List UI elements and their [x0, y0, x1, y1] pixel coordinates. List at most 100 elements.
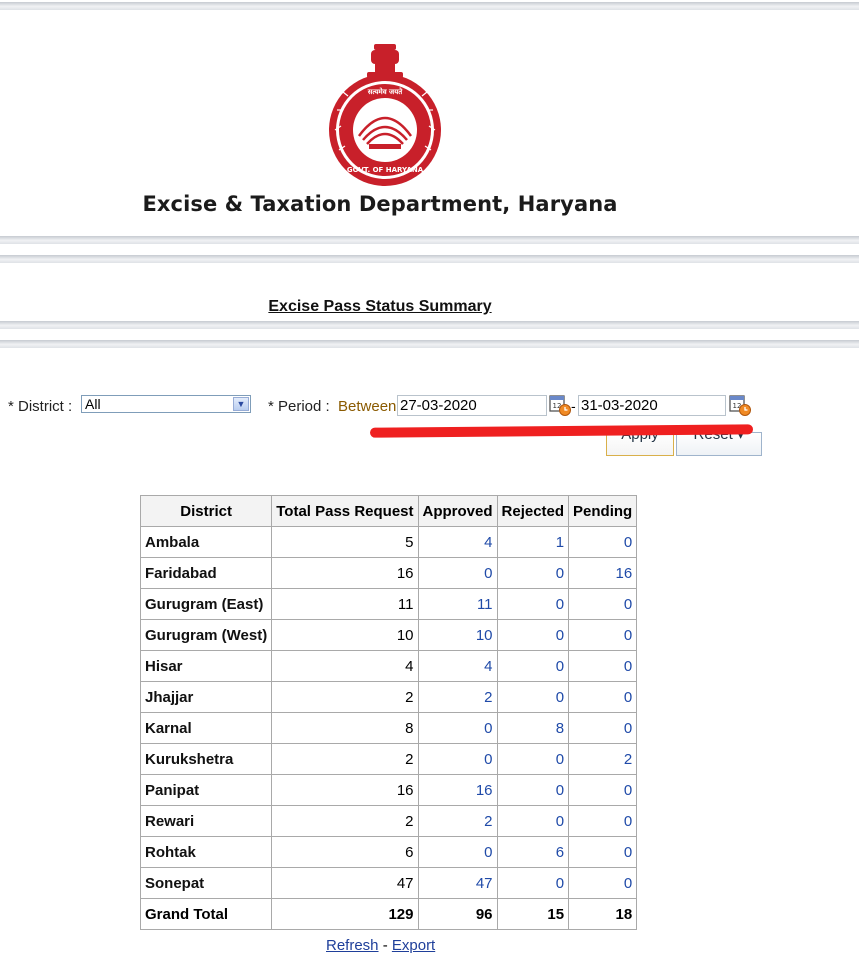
approved-count-link[interactable]: 0 — [417, 743, 498, 775]
district-cell: Jhajjar — [139, 681, 273, 713]
approved-count-link[interactable]: 4 — [417, 526, 498, 558]
column-header: Pending — [568, 495, 638, 527]
export-link[interactable]: Export — [392, 937, 435, 954]
rejected-count-link[interactable]: 1 — [496, 526, 570, 558]
haryana-emblem-logo: सत्यमेव जयते GOVT. OF HARYANA — [329, 44, 441, 186]
total-request-cell: 2 — [271, 681, 419, 713]
rejected-count-link[interactable]: 0 — [496, 774, 570, 806]
grand-total-row: Grand Total 129 96 15 18 — [139, 898, 638, 930]
total-request-cell: 11 — [271, 588, 419, 620]
approved-count-link[interactable]: 2 — [417, 805, 498, 837]
date-separator: - — [571, 398, 576, 414]
reset-button[interactable]: Reset ▾ — [676, 432, 762, 456]
pass-status-table: District Total Pass Request Approved Rej… — [139, 495, 638, 930]
rejected-count-link[interactable]: 6 — [496, 836, 570, 868]
rejected-count-link[interactable]: 0 — [496, 805, 570, 837]
title-band-2 — [0, 340, 859, 348]
approved-count-link[interactable]: 47 — [417, 867, 498, 899]
rejected-count-link[interactable]: 0 — [496, 743, 570, 775]
title-band-1 — [0, 321, 859, 329]
total-request-cell: 2 — [271, 743, 419, 775]
approved-count-link[interactable]: 0 — [417, 557, 498, 589]
table-row: Faridabad 16 0 0 16 — [139, 557, 638, 589]
total-request-cell: 2 — [271, 805, 419, 837]
emblem-text-bottom: GOVT. OF HARYANA — [347, 166, 424, 174]
rejected-count-link[interactable]: 0 — [496, 867, 570, 899]
pending-count-link[interactable]: 2 — [568, 743, 638, 775]
pending-count-link[interactable]: 0 — [568, 774, 638, 806]
from-date-input[interactable]: 27-03-2020 — [397, 395, 547, 416]
pending-count-link[interactable]: 0 — [568, 867, 638, 899]
table-row: Gurugram (East) 11 11 0 0 — [139, 588, 638, 620]
approved-count-link[interactable]: 16 — [417, 774, 498, 806]
total-request-cell: 129 — [271, 898, 419, 930]
rejected-count-link[interactable]: 0 — [496, 619, 570, 651]
table-row: Gurugram (West) 10 10 0 0 — [139, 619, 638, 651]
table-row: Hisar 4 4 0 0 — [139, 650, 638, 682]
to-date-input[interactable]: 31-03-2020 — [578, 395, 726, 416]
table-header-row: District Total Pass Request Approved Rej… — [139, 495, 638, 527]
district-selected-value: All — [85, 396, 101, 412]
chevron-down-icon[interactable]: ▼ — [233, 397, 249, 411]
district-cell: Karnal — [139, 712, 273, 744]
pending-count-link[interactable]: 0 — [568, 712, 638, 744]
table-row: Kurukshetra 2 0 0 2 — [139, 743, 638, 775]
table-row: Karnal 8 0 8 0 — [139, 712, 638, 744]
total-request-cell: 5 — [271, 526, 419, 558]
header-band-1 — [0, 236, 859, 244]
rejected-count-link[interactable]: 8 — [496, 712, 570, 744]
pending-count-link[interactable]: 0 — [568, 588, 638, 620]
district-cell: Faridabad — [139, 557, 273, 589]
approved-count-link[interactable]: 0 — [417, 836, 498, 868]
district-select[interactable]: All ▼ — [81, 395, 251, 413]
district-cell: Gurugram (East) — [139, 588, 273, 620]
total-request-cell: 4 — [271, 650, 419, 682]
approved-count-link[interactable]: 2 — [417, 681, 498, 713]
approved-count-link[interactable]: 11 — [417, 588, 498, 620]
page-title: Excise Pass Status Summary — [268, 298, 492, 315]
refresh-link[interactable]: Refresh — [326, 937, 379, 954]
rejected-count-link[interactable]: 0 — [496, 588, 570, 620]
total-request-cell: 6 — [271, 836, 419, 868]
header-band-2 — [0, 255, 859, 263]
pending-count-link[interactable]: 0 — [568, 681, 638, 713]
top-band — [0, 2, 859, 10]
total-request-cell: 8 — [271, 712, 419, 744]
pending-count-link[interactable]: 0 — [568, 836, 638, 868]
total-request-cell: 16 — [271, 557, 419, 589]
district-cell: Grand Total — [139, 898, 273, 930]
table-row: Rohtak 6 0 6 0 — [139, 836, 638, 868]
district-cell: Panipat — [139, 774, 273, 806]
column-header: Total Pass Request — [271, 495, 419, 527]
column-header: District — [139, 495, 273, 527]
pending-count-link[interactable]: 0 — [568, 619, 638, 651]
calendar-icon[interactable]: 12 — [728, 393, 752, 417]
table-row: Sonepat 47 47 0 0 — [139, 867, 638, 899]
pending-count-link[interactable]: 0 — [568, 526, 638, 558]
between-label: Between — [338, 398, 397, 415]
rejected-count-link[interactable]: 0 — [496, 681, 570, 713]
table-footer-links: Refresh - Export — [326, 937, 435, 954]
total-request-cell: 47 — [271, 867, 419, 899]
rejected-count-link[interactable]: 0 — [496, 650, 570, 682]
table-row: Rewari 2 2 0 0 — [139, 805, 638, 837]
pending-count-link[interactable]: 16 — [568, 557, 638, 589]
rejected-count-link[interactable]: 0 — [496, 557, 570, 589]
district-cell: Ambala — [139, 526, 273, 558]
period-label: * Period : — [268, 398, 330, 415]
approved-count-link[interactable]: 0 — [417, 712, 498, 744]
district-label: * District : — [8, 398, 73, 415]
approved-count-link[interactable]: 4 — [417, 650, 498, 682]
apply-button[interactable]: Apply — [606, 432, 674, 456]
table-row: Jhajjar 2 2 0 0 — [139, 681, 638, 713]
pending-count-link[interactable]: 0 — [568, 805, 638, 837]
pending-count-link[interactable]: 0 — [568, 650, 638, 682]
approved-count-link[interactable]: 10 — [417, 619, 498, 651]
district-cell: Rohtak — [139, 836, 273, 868]
district-cell: Sonepat — [139, 867, 273, 899]
footer-separator: - — [378, 937, 392, 954]
total-count-cell: 15 — [496, 898, 570, 930]
total-request-cell: 10 — [271, 619, 419, 651]
total-request-cell: 16 — [271, 774, 419, 806]
calendar-icon[interactable]: 12 — [548, 393, 572, 417]
